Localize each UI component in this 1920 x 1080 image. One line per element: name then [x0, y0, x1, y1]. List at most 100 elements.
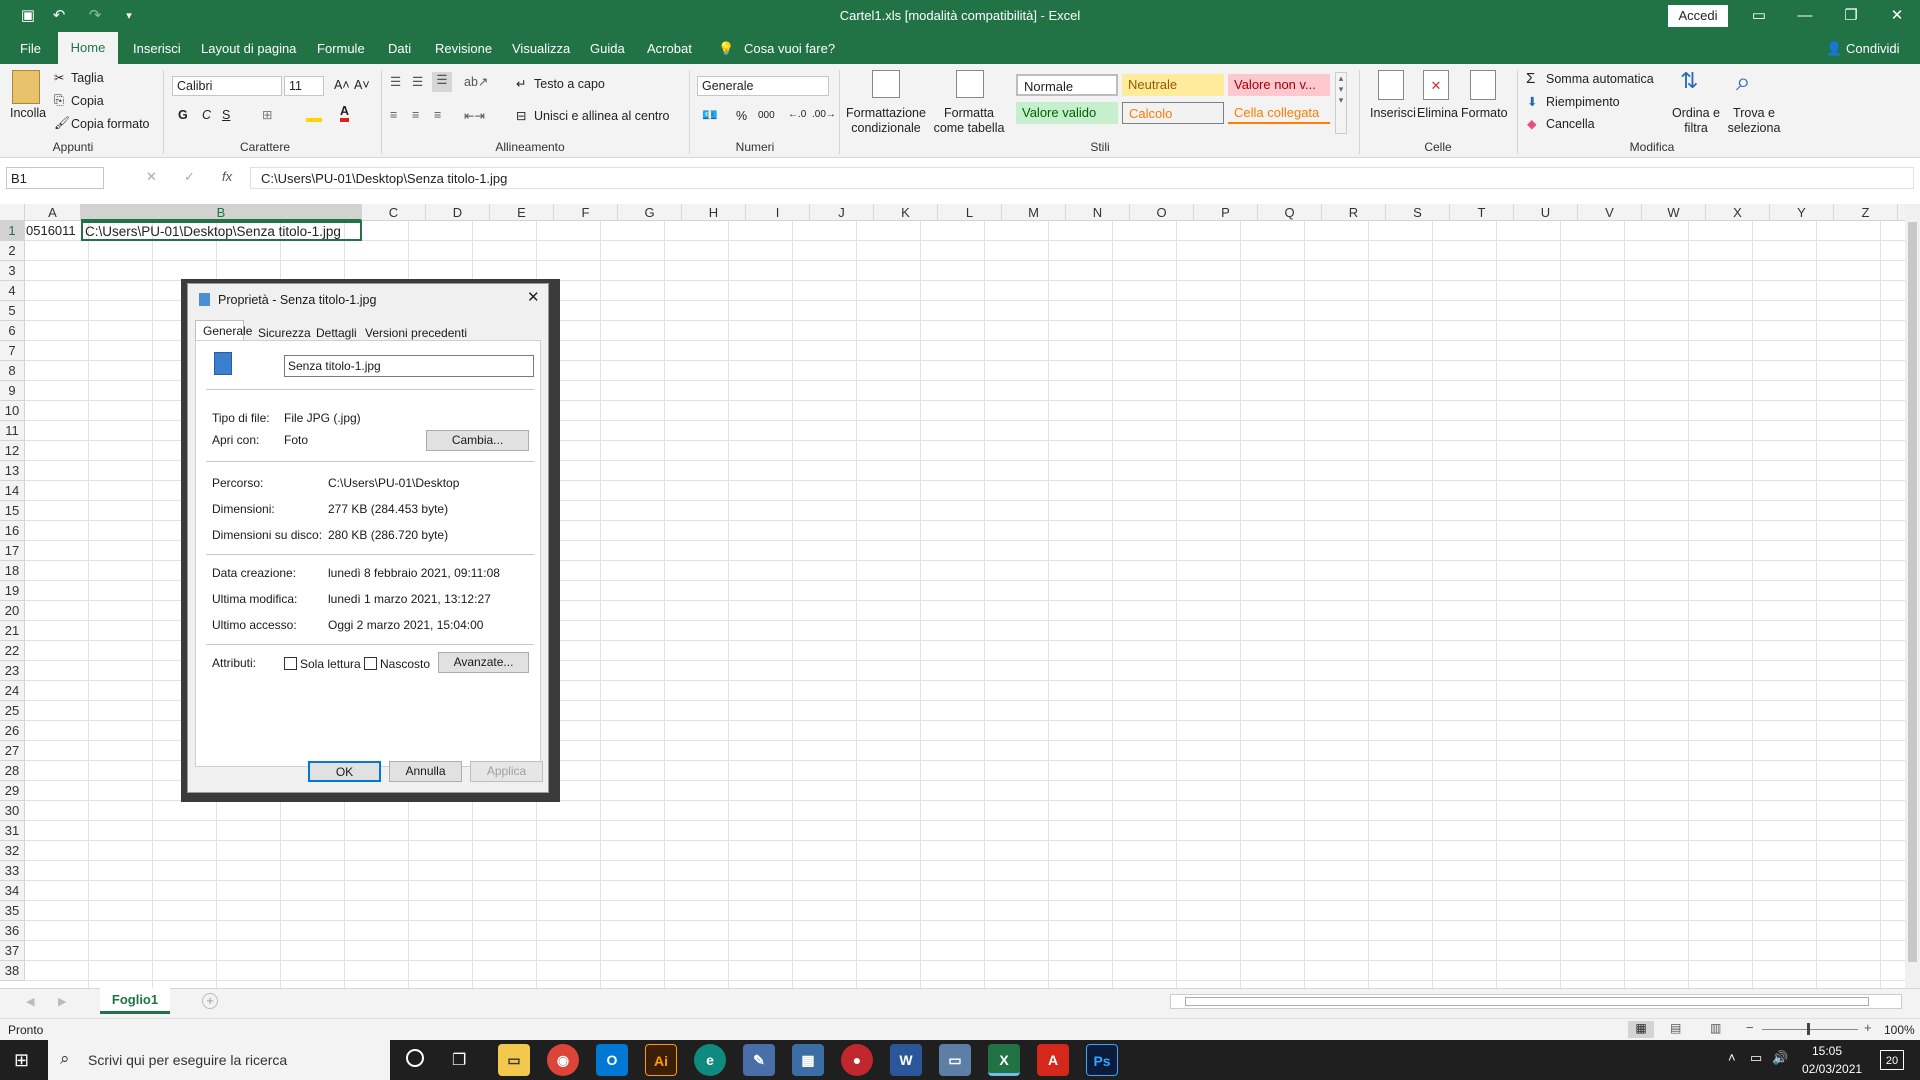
column-header-m[interactable]: M [1002, 204, 1066, 221]
column-header-o[interactable]: O [1130, 204, 1194, 221]
row-header-8[interactable]: 8 [0, 361, 25, 381]
conditional-format-button[interactable]: Formattazione condizionale [846, 106, 926, 136]
column-header-w[interactable]: W [1642, 204, 1706, 221]
change-button[interactable]: Cambia... [426, 430, 529, 451]
row-header-1[interactable]: 1 [0, 221, 25, 241]
tray-chevron-icon[interactable]: ˄ [1728, 1050, 1736, 1065]
zoom-in-icon[interactable]: + [1864, 1020, 1872, 1035]
dialog-close-icon[interactable]: ✕ [527, 288, 540, 306]
column-header-d[interactable]: D [426, 204, 490, 221]
photoshop-icon[interactable]: Ps [1086, 1044, 1118, 1076]
row-header-7[interactable]: 7 [0, 341, 25, 361]
insert-function-icon[interactable]: fx [222, 169, 232, 184]
vertical-scrollbar[interactable] [1905, 204, 1920, 988]
fill-down-icon[interactable]: ⬇ [1527, 94, 1537, 109]
tab-insert[interactable]: Inserisci [133, 41, 181, 56]
row-header-28[interactable]: 28 [0, 761, 25, 781]
find-icon[interactable]: ⌕ [1736, 66, 1751, 98]
bold-button[interactable]: G [178, 108, 188, 122]
wrap-text-button[interactable]: Testo a capo [534, 77, 605, 91]
column-header-r[interactable]: R [1322, 204, 1386, 221]
column-header-s[interactable]: S [1386, 204, 1450, 221]
style-calculation[interactable]: Calcolo [1122, 102, 1224, 124]
row-header-14[interactable]: 14 [0, 481, 25, 501]
merge-center-button[interactable]: Unisci e allinea al centro [534, 109, 670, 123]
row-header-32[interactable]: 32 [0, 841, 25, 861]
format-cells-button[interactable]: Formato [1461, 106, 1508, 120]
wrap-text-icon[interactable]: ↵ [516, 76, 526, 91]
row-header-26[interactable]: 26 [0, 721, 25, 741]
clock-date[interactable]: 02/03/2021 [1802, 1062, 1862, 1076]
column-header-v[interactable]: V [1578, 204, 1642, 221]
row-header-30[interactable]: 30 [0, 801, 25, 821]
autosum-button[interactable]: Somma automatica [1546, 72, 1654, 86]
sigma-icon[interactable]: Σ [1526, 70, 1535, 87]
row-header-23[interactable]: 23 [0, 661, 25, 681]
zoom-slider[interactable] [1762, 1029, 1858, 1030]
align-left-icon[interactable]: ≡ [390, 108, 397, 122]
customize-toolbar-icon[interactable]: ▾ [118, 6, 140, 26]
save-icon[interactable]: ▣ [17, 6, 39, 26]
tab-page-layout[interactable]: Layout di pagina [201, 41, 296, 56]
row-header-37[interactable]: 37 [0, 941, 25, 961]
row-header-29[interactable]: 29 [0, 781, 25, 801]
style-bad[interactable]: Valore non v... [1228, 74, 1330, 96]
borders-icon[interactable]: ⊞ [262, 107, 272, 122]
row-header-35[interactable]: 35 [0, 901, 25, 921]
page-layout-view-icon[interactable]: ▤ [1670, 1021, 1681, 1035]
readonly-checkbox[interactable] [284, 657, 297, 670]
column-header-f[interactable]: F [554, 204, 618, 221]
delete-cells-icon[interactable]: ✕ [1423, 70, 1449, 100]
paste-icon[interactable] [12, 70, 40, 104]
row-header-3[interactable]: 3 [0, 261, 25, 281]
row-header-16[interactable]: 16 [0, 521, 25, 541]
row-header-34[interactable]: 34 [0, 881, 25, 901]
zoom-level[interactable]: 100% [1884, 1023, 1915, 1037]
column-header-q[interactable]: Q [1258, 204, 1322, 221]
shrink-font-icon[interactable]: A˅ [354, 78, 370, 92]
align-middle-icon[interactable]: ☰ [412, 74, 423, 89]
window-app-icon[interactable]: ▭ [939, 1044, 971, 1076]
page-break-view-icon[interactable]: ▥ [1710, 1021, 1721, 1035]
column-header-k[interactable]: K [874, 204, 938, 221]
row-header-12[interactable]: 12 [0, 441, 25, 461]
row-header-15[interactable]: 15 [0, 501, 25, 521]
delete-cells-button[interactable]: Elimina [1417, 106, 1458, 120]
outlook-icon[interactable]: O [596, 1044, 628, 1076]
increase-decimal-icon[interactable]: ←.0 [788, 109, 806, 120]
sort-filter-button[interactable]: Ordina e filtra [1668, 106, 1724, 136]
acrobat-icon[interactable]: A [1037, 1044, 1069, 1076]
row-header-10[interactable]: 10 [0, 401, 25, 421]
row-header-13[interactable]: 13 [0, 461, 25, 481]
formula-input[interactable]: C:\Users\PU-01\Desktop\Senza titolo-1.jp… [250, 167, 1914, 189]
number-format-select[interactable]: Generale [697, 76, 829, 96]
edge-icon[interactable]: e [694, 1044, 726, 1076]
confirm-entry-icon[interactable]: ✓ [184, 169, 195, 185]
row-header-31[interactable]: 31 [0, 821, 25, 841]
format-cells-icon[interactable] [1470, 70, 1496, 100]
tab-data[interactable]: Dati [388, 41, 411, 56]
row-header-11[interactable]: 11 [0, 421, 25, 441]
column-header-p[interactable]: P [1194, 204, 1258, 221]
tab-review[interactable]: Revisione [435, 41, 492, 56]
volume-icon[interactable]: 🔊 [1772, 1050, 1788, 1066]
align-top-icon[interactable]: ☰ [390, 74, 401, 89]
format-painter-button[interactable]: Copia formato [71, 117, 150, 131]
fill-color-icon[interactable] [306, 106, 322, 122]
row-header-4[interactable]: 4 [0, 281, 25, 301]
font-size-select[interactable]: 11 [284, 76, 324, 96]
insert-cells-button[interactable]: Inserisci [1370, 106, 1416, 120]
column-header-g[interactable]: G [618, 204, 682, 221]
row-header-33[interactable]: 33 [0, 861, 25, 881]
row-header-17[interactable]: 17 [0, 541, 25, 561]
conditional-format-icon[interactable] [872, 70, 900, 98]
tab-formulas[interactable]: Formule [317, 41, 365, 56]
row-header-27[interactable]: 27 [0, 741, 25, 761]
network-icon[interactable]: ▭ [1750, 1050, 1762, 1066]
notification-icon[interactable]: 20 [1880, 1050, 1904, 1070]
row-header-22[interactable]: 22 [0, 641, 25, 661]
row-header-38[interactable]: 38 [0, 961, 25, 981]
horizontal-scrollbar[interactable] [1170, 994, 1902, 1009]
minimize-button[interactable]: — [1782, 0, 1828, 32]
find-select-button[interactable]: Trova e seleziona [1726, 106, 1782, 136]
